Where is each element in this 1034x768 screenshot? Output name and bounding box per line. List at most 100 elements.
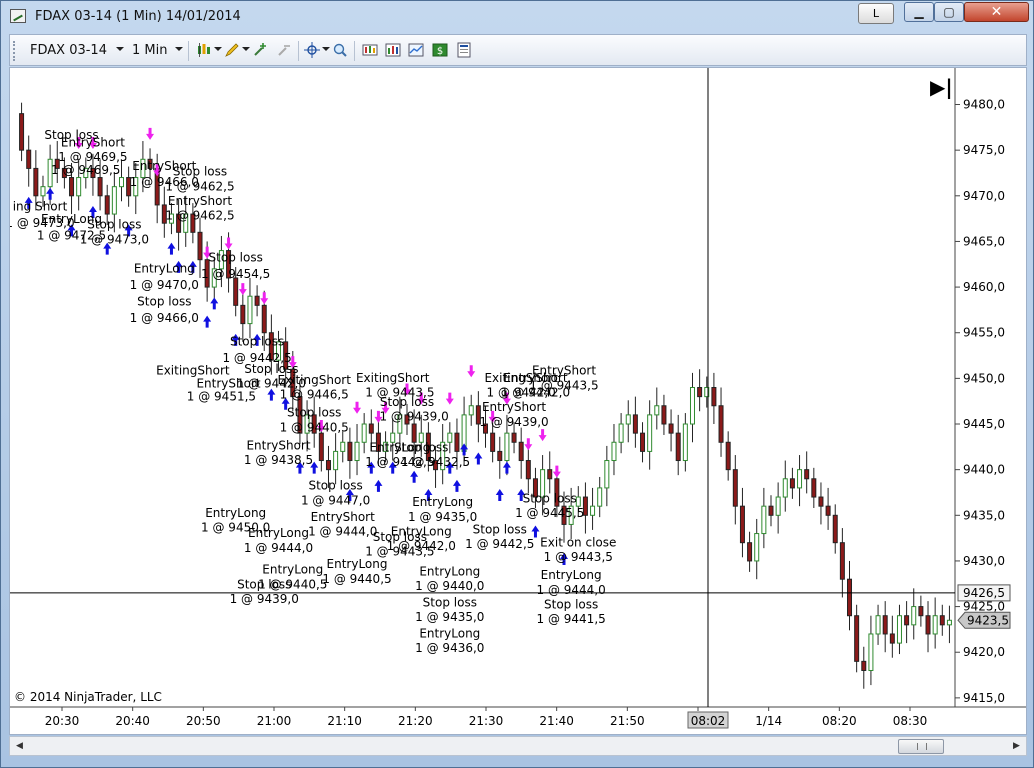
candle-body <box>333 450 339 471</box>
trade-annotation: Exit on close <box>540 535 616 549</box>
trade-annotation: Stop loss <box>173 165 227 179</box>
candle-body <box>747 542 753 562</box>
bar-type-icon[interactable] <box>196 42 212 58</box>
candle-body <box>361 423 367 443</box>
time-tick-label: 21:50 <box>610 714 645 728</box>
time-tick-label: 21:20 <box>398 714 433 728</box>
trade-annotation: 1 @ 9444,0 <box>537 583 606 597</box>
plus-pointer-icon[interactable] <box>252 42 268 58</box>
trade-annotation: Stop loss <box>394 440 448 454</box>
scroll-right-arrow[interactable]: ▶ <box>1008 738 1025 755</box>
candle-body <box>33 167 39 197</box>
candle-body <box>675 432 681 462</box>
candle-body <box>69 177 75 197</box>
interval-selector[interactable]: 1 Min <box>132 43 167 58</box>
trade-annotation: EntryLong <box>419 565 480 579</box>
time-tick-label: 21:10 <box>327 714 362 728</box>
candle-body <box>925 615 931 635</box>
candle-body <box>825 505 831 516</box>
chevron-down-icon[interactable] <box>242 47 250 51</box>
trade-annotation: 1 @ 9447,0 <box>301 493 370 507</box>
candle-body <box>911 606 917 626</box>
short-entry-arrow <box>224 237 233 250</box>
zoom-icon[interactable] <box>332 42 348 58</box>
scroll-to-end-icon[interactable]: ▶| <box>930 75 953 99</box>
short-entry-arrow <box>146 127 155 140</box>
candle-body <box>118 177 124 188</box>
window-title: FDAX 03-14 (1 Min) 14/01/2014 <box>35 9 241 24</box>
crosshair-time-label: 08:02 <box>691 714 726 728</box>
trade-annotation: 1 @ 9469,5 <box>58 150 127 164</box>
short-entry-arrow <box>353 401 362 414</box>
trade-annotation: 1 @ 9438,5 <box>244 453 313 467</box>
candle-body <box>647 414 653 452</box>
time-tick-label: 08:30 <box>893 714 928 728</box>
chevron-down-icon[interactable] <box>214 47 222 51</box>
candle-body <box>854 615 860 662</box>
trade-annotation: EntryLong <box>412 495 473 509</box>
toolbar-separator <box>354 41 355 61</box>
properties-icon[interactable] <box>456 42 472 58</box>
toolbar-grip[interactable] <box>13 41 16 61</box>
candle-body <box>261 304 267 334</box>
close-button[interactable]: ✕ <box>964 2 1029 22</box>
candle-body <box>254 295 260 306</box>
maximize-button[interactable]: ▢ <box>934 2 964 22</box>
minimize-button[interactable]: ▁ <box>904 2 934 22</box>
candle-body <box>590 505 596 516</box>
candle-body <box>97 177 103 197</box>
candle-body <box>754 533 760 562</box>
strategies-icon[interactable] <box>408 42 424 58</box>
price-chart[interactable]: Stop loss 1 @ 9469,5 EntryShort 1 @ 9469,5 i… <box>9 67 1027 735</box>
long-entry-arrow <box>452 479 461 492</box>
candle-body <box>661 405 667 425</box>
trade-annotation: 1 @ 9440,5 <box>258 577 327 591</box>
trade-annotation: EntryShort <box>311 510 375 524</box>
chevron-down-icon[interactable] <box>116 47 124 51</box>
crosshair-icon[interactable] <box>304 42 320 58</box>
trade-annotation: 1 @ 9445,5 <box>515 506 584 520</box>
candle-body <box>76 177 82 197</box>
indicators-icon[interactable] <box>385 42 401 58</box>
candle-body <box>918 606 924 617</box>
candle-body <box>946 619 952 626</box>
time-tick-label: 1/14 <box>755 714 782 728</box>
title-bar[interactable]: FDAX 03-14 (1 Min) 14/01/2014 L ▁ ▢ ✕ <box>1 1 1033 31</box>
candle-body <box>318 432 324 462</box>
candle-body <box>197 231 203 261</box>
trade-annotation: EntryShort <box>246 439 310 453</box>
candle-body <box>882 615 888 635</box>
scroll-left-arrow[interactable]: ◀ <box>11 738 28 755</box>
remove-drawing-icon[interactable] <box>276 42 292 58</box>
chevron-down-icon[interactable] <box>175 47 183 51</box>
trade-annotation: Stop loss <box>523 492 577 506</box>
price-tick-label: 9430,0 <box>963 554 1005 568</box>
candle-body <box>104 195 110 215</box>
price-chart-canvas[interactable]: Stop loss1 @ 9469,5EntryShort1 @ 9469,5i… <box>10 68 1026 734</box>
money-icon[interactable]: $ <box>432 42 448 58</box>
link-button[interactable]: L <box>858 3 894 24</box>
candle-body <box>347 441 353 462</box>
price-tick-label: 9455,0 <box>963 326 1005 340</box>
candle-body <box>725 441 731 471</box>
candle-body <box>861 660 867 671</box>
candle-body <box>468 405 474 416</box>
candle-body <box>497 450 503 462</box>
instrument-selector[interactable]: FDAX 03-14 <box>30 43 107 58</box>
trade-annotation: 1 @ 9446,5 <box>280 387 349 401</box>
horizontal-scrollbar[interactable]: ◀ ▶ <box>9 736 1027 756</box>
pencil-icon[interactable] <box>224 42 240 58</box>
scroll-thumb[interactable] <box>898 739 944 754</box>
long-entry-arrow <box>410 470 419 483</box>
trade-annotation: 1 @ 9451,5 <box>187 389 256 403</box>
data-series-icon[interactable] <box>362 42 378 58</box>
candle-body <box>797 469 803 489</box>
chevron-down-icon[interactable] <box>322 47 330 51</box>
price-tick-label: 9480,0 <box>963 98 1005 112</box>
candle-body <box>832 514 838 544</box>
trade-annotation: EntryLong <box>248 526 309 540</box>
candle-body <box>896 615 902 644</box>
candle-body <box>19 113 25 151</box>
candle-body <box>26 149 32 169</box>
trade-annotation: 1 @ 9462,5 <box>165 209 234 223</box>
